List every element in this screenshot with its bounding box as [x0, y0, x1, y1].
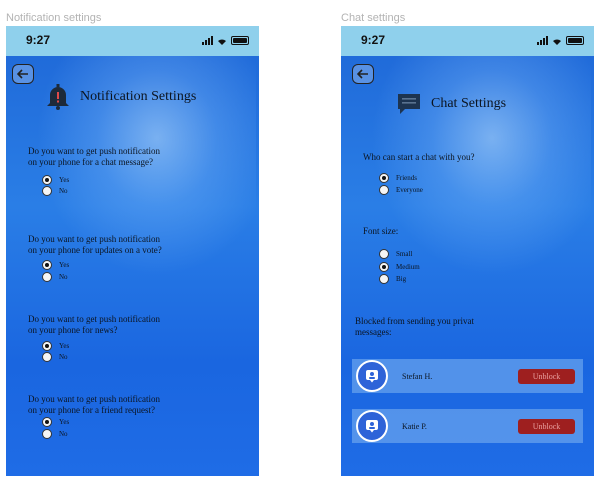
blocked-user-name: Katie P. [402, 421, 427, 431]
radio-unselected[interactable] [42, 272, 52, 282]
font-size-label: Font size: [363, 226, 399, 236]
wifi-icon [553, 39, 561, 45]
notification-frame-label: Notification settings [6, 12, 102, 24]
radio-unselected[interactable] [42, 186, 52, 196]
option-yes[interactable]: Yes [42, 341, 69, 351]
status-time: 9:27 [361, 33, 386, 47]
question-friend-request: Do you want to get push notification on … [28, 394, 160, 415]
signal-icon [202, 36, 213, 45]
option-friends[interactable]: Friends [379, 173, 417, 183]
arrow-left-icon [17, 69, 28, 79]
who-can-start-label: Who can start a chat with you? [363, 152, 475, 162]
wifi-icon [218, 39, 226, 45]
chat-frame-label: Chat settings [341, 12, 406, 24]
chat-settings-screen: 9:27 Chat Settings Who can start a chat … [341, 26, 594, 476]
option-yes[interactable]: Yes [42, 417, 69, 427]
radio-unselected[interactable] [379, 185, 389, 195]
option-no[interactable]: No [42, 186, 68, 196]
unblock-button[interactable]: Unblock [518, 418, 575, 434]
bell-icon [47, 84, 69, 110]
blocked-user-name: Stefan H. [402, 371, 433, 381]
radio-selected[interactable] [42, 417, 52, 427]
battery-icon [566, 36, 584, 45]
option-no[interactable]: No [42, 429, 68, 439]
avatar [356, 410, 388, 442]
blocked-user-row: Katie P. Unblock [352, 409, 583, 443]
page-title: Chat Settings [431, 96, 507, 111]
chat-bubble-icon [398, 94, 420, 114]
page-title: Notification Settings [80, 89, 197, 104]
battery-icon [231, 36, 249, 45]
option-big[interactable]: Big [379, 274, 406, 284]
status-bar: 9:27 [6, 26, 259, 56]
back-button[interactable] [12, 64, 34, 84]
question-vote-updates: Do you want to get push notification on … [28, 234, 162, 255]
blocked-label: Blocked from sending you privat messages… [355, 316, 474, 337]
arrow-left-icon [357, 69, 368, 79]
avatar [356, 360, 388, 392]
user-icon [366, 420, 378, 433]
blocked-user-row: Stefan H. Unblock [352, 359, 583, 393]
question-chat-message: Do you want to get push notification on … [28, 146, 160, 167]
option-yes[interactable]: Yes [42, 260, 69, 270]
option-everyone[interactable]: Everyone [379, 185, 423, 195]
radio-selected[interactable] [42, 260, 52, 270]
option-small[interactable]: Small [379, 249, 412, 259]
user-icon [366, 370, 378, 383]
back-button[interactable] [352, 64, 374, 84]
radio-unselected[interactable] [379, 274, 389, 284]
radio-unselected[interactable] [42, 352, 52, 362]
radio-selected[interactable] [42, 175, 52, 185]
radio-selected[interactable] [379, 173, 389, 183]
option-medium[interactable]: Medium [379, 262, 420, 272]
radio-selected[interactable] [379, 262, 389, 272]
notification-settings-screen: 9:27 Notification Settings Do you want t… [6, 26, 259, 476]
signal-icon [537, 36, 548, 45]
option-no[interactable]: No [42, 272, 68, 282]
option-no[interactable]: No [42, 352, 68, 362]
radio-unselected[interactable] [42, 429, 52, 439]
question-news: Do you want to get push notification on … [28, 314, 160, 335]
status-bar: 9:27 [341, 26, 594, 56]
unblock-button[interactable]: Unblock [518, 368, 575, 384]
radio-selected[interactable] [42, 341, 52, 351]
status-time: 9:27 [26, 33, 51, 47]
option-yes[interactable]: Yes [42, 175, 69, 185]
radio-unselected[interactable] [379, 249, 389, 259]
